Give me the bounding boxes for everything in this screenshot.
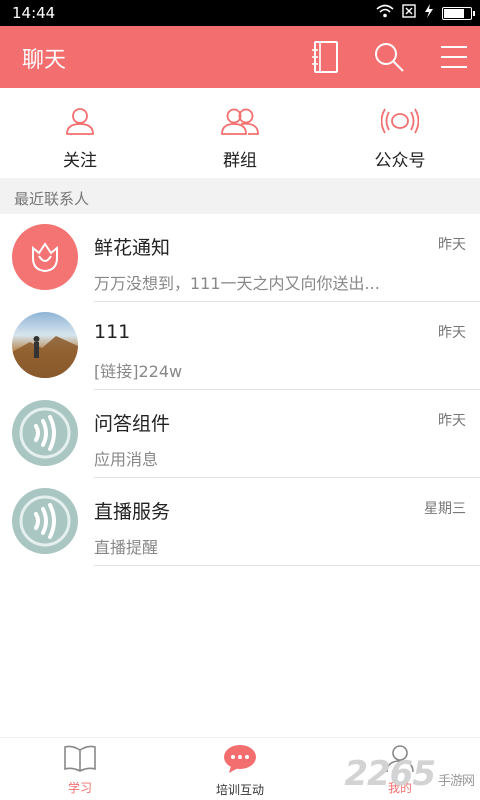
tab-follow-label: 关注 bbox=[63, 151, 97, 171]
watermark-logo: 2265 手游网 bbox=[344, 754, 475, 794]
tab-public-accounts-label: 公众号 bbox=[374, 151, 426, 171]
no-sim-icon bbox=[402, 4, 416, 22]
contacts-book-icon[interactable] bbox=[307, 39, 343, 75]
sound-wave-avatar bbox=[12, 400, 78, 466]
conversation-time: 星期三 bbox=[424, 501, 466, 517]
page-title: 聊天 bbox=[22, 48, 67, 73]
conversation-time: 昨天 bbox=[438, 325, 466, 341]
nav-study-label: 学习 bbox=[67, 781, 92, 795]
chat-bubble-icon bbox=[223, 744, 257, 777]
menu-icon[interactable] bbox=[436, 39, 472, 75]
user-icon bbox=[65, 106, 95, 140]
group-icon bbox=[221, 106, 259, 140]
conversation-item[interactable]: 问答组件 应用消息 昨天 bbox=[0, 390, 480, 478]
conversation-preview: 直播提醒 bbox=[94, 538, 159, 557]
conversation-item[interactable]: 鲜花通知 万万没想到，111一天之内又向你送出... 昨天 bbox=[0, 214, 480, 302]
conversation-time: 昨天 bbox=[438, 413, 466, 429]
mountain-photo-avatar bbox=[12, 312, 78, 378]
status-bar: 14:44 bbox=[0, 0, 480, 26]
nav-study[interactable]: 学习 bbox=[0, 738, 160, 800]
conversation-list: 鲜花通知 万万没想到，111一天之内又向你送出... 昨天 111 [链接]22… bbox=[0, 214, 480, 566]
app-bar: 聊天 bbox=[0, 26, 480, 88]
status-time: 14:44 bbox=[12, 4, 56, 22]
nav-training-label: 培训互动 bbox=[215, 783, 264, 797]
conversation-time: 昨天 bbox=[438, 237, 466, 253]
conversation-item[interactable]: 111 [链接]224w 昨天 bbox=[0, 302, 480, 390]
tab-follow[interactable]: 关注 bbox=[0, 88, 160, 178]
tab-groups[interactable]: 群组 bbox=[160, 88, 320, 178]
battery-icon bbox=[442, 6, 475, 20]
conversation-preview: 万万没想到，111一天之内又向你送出... bbox=[94, 274, 380, 293]
recent-contacts-header: 最近联系人 bbox=[0, 178, 480, 214]
conversation-preview: [链接]224w bbox=[94, 362, 183, 381]
wifi-icon bbox=[376, 4, 394, 22]
conversation-item[interactable]: 直播服务 直播提醒 星期三 bbox=[0, 478, 480, 566]
category-tabs: 关注 群组 公众号 bbox=[0, 88, 480, 178]
divider bbox=[94, 565, 480, 566]
conversation-name: 直播服务 bbox=[94, 501, 171, 523]
conversation-name: 111 bbox=[94, 321, 131, 343]
conversation-name: 鲜花通知 bbox=[94, 237, 171, 259]
charging-icon bbox=[424, 4, 434, 22]
conversation-preview: 应用消息 bbox=[94, 450, 159, 469]
nav-training-interaction[interactable]: 培训互动 bbox=[160, 738, 320, 800]
section-title: 最近联系人 bbox=[14, 190, 90, 208]
flower-avatar bbox=[12, 224, 78, 290]
tab-groups-label: 群组 bbox=[223, 151, 257, 171]
conversation-name: 问答组件 bbox=[94, 413, 171, 435]
book-icon bbox=[63, 744, 97, 775]
sound-wave-avatar bbox=[12, 488, 78, 554]
battery-level bbox=[444, 8, 464, 18]
tab-public-accounts[interactable]: 公众号 bbox=[320, 88, 480, 178]
broadcast-icon bbox=[380, 106, 420, 140]
search-icon[interactable] bbox=[371, 39, 407, 75]
